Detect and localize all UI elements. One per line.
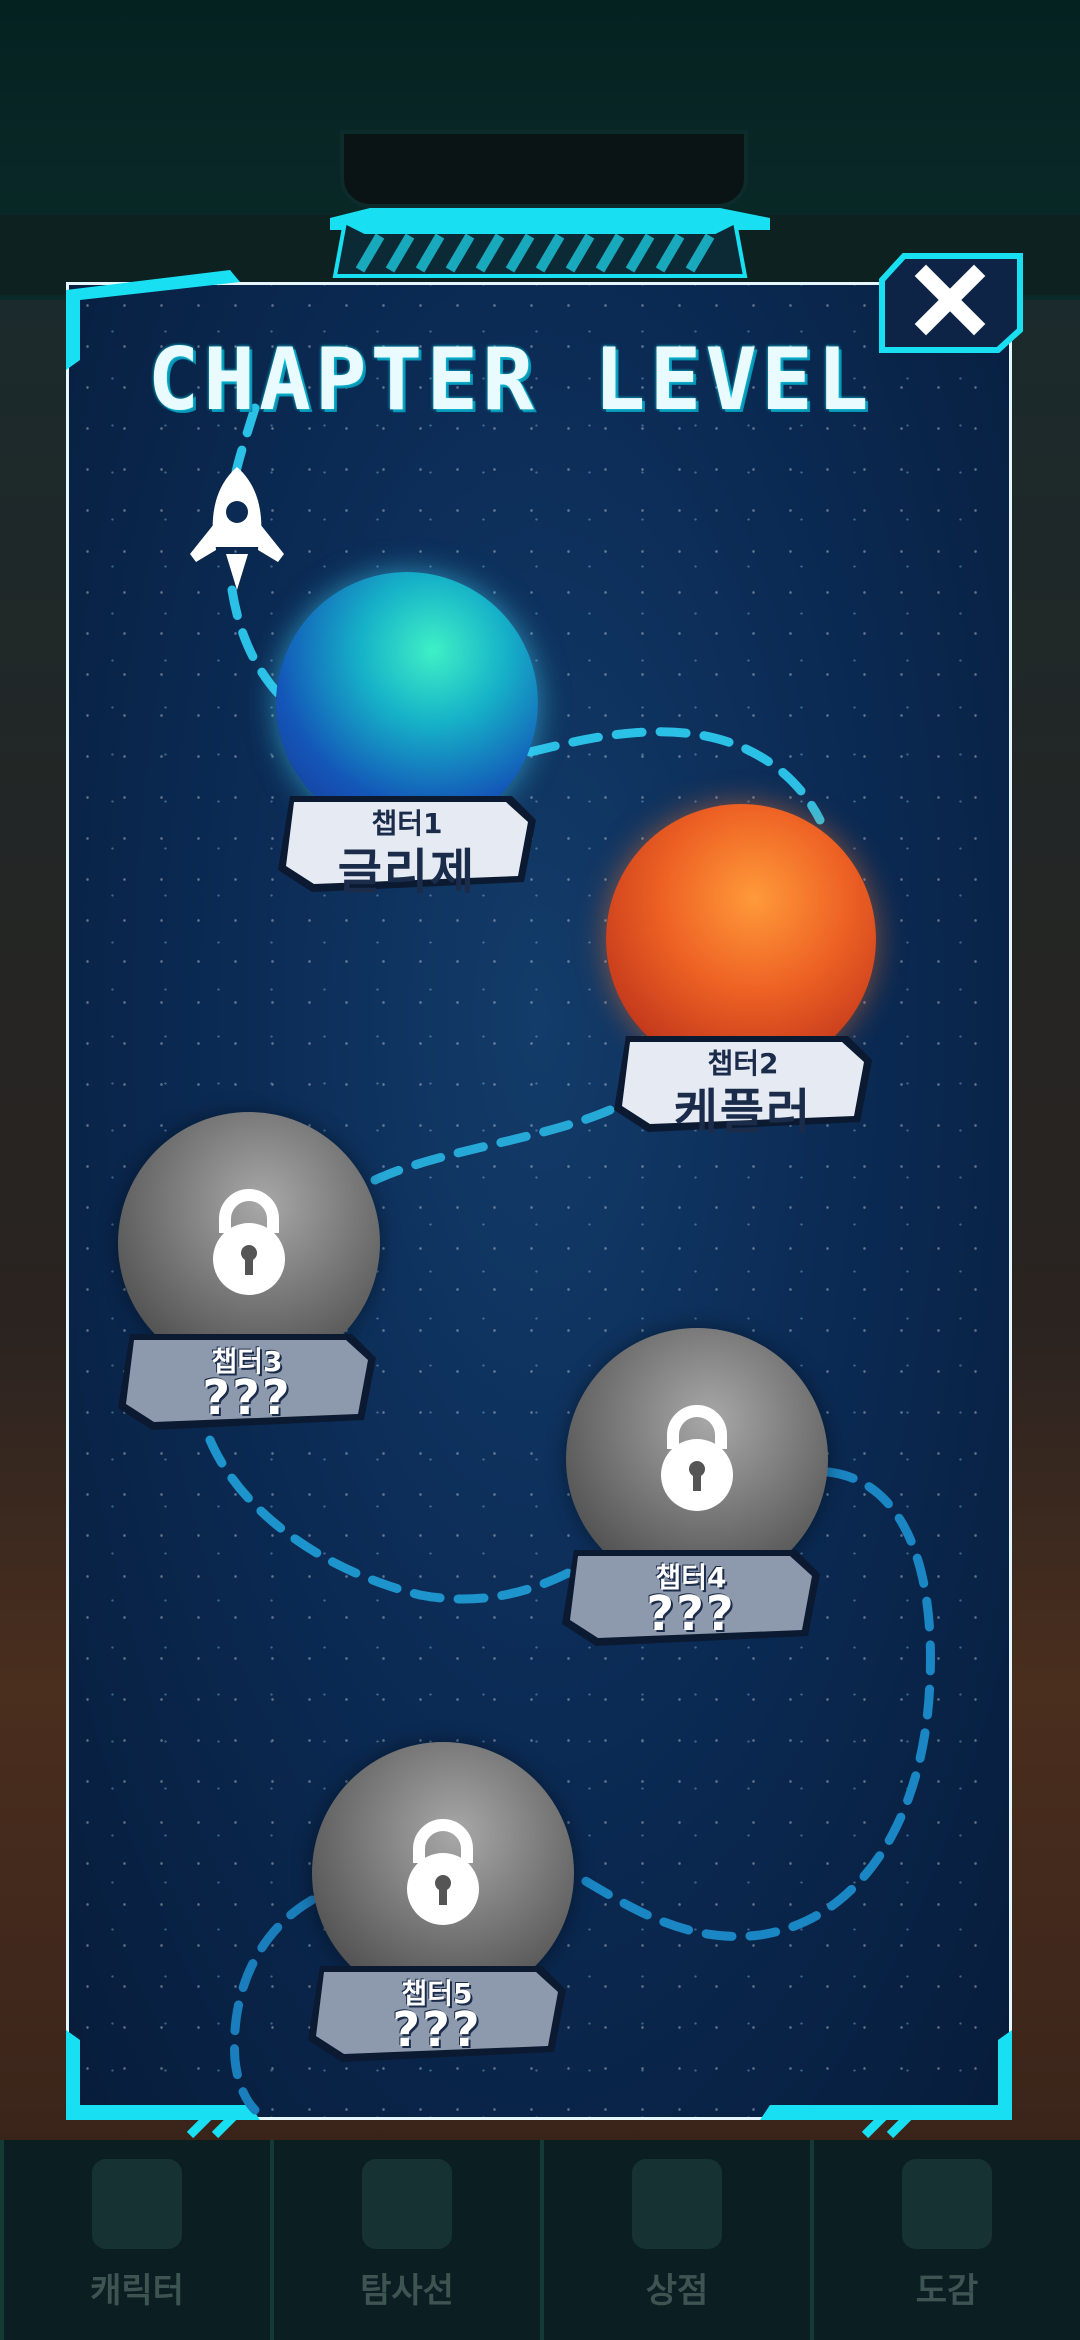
- chapter-label-2[interactable]: 챕터2 케플러: [608, 1030, 878, 1140]
- book-icon: [902, 2159, 992, 2249]
- nav-item-shop[interactable]: 상점: [540, 2140, 810, 2340]
- lock-icon: [661, 1405, 733, 1511]
- spaceship-icon: [362, 2159, 452, 2249]
- nav-label: 상점: [645, 2271, 709, 2311]
- lock-icon: [213, 1189, 285, 1295]
- chapter-label-5[interactable]: 챕터5 ???: [302, 1960, 572, 2068]
- nav-item-spaceship[interactable]: 탐사선: [270, 2140, 540, 2340]
- nav-label: 도감: [915, 2271, 979, 2311]
- character-icon: [92, 2159, 182, 2249]
- chapter-label-4[interactable]: 챕터4 ???: [556, 1544, 826, 1652]
- nav-label: 캐릭터: [90, 2271, 184, 2311]
- shop-icon: [632, 2159, 722, 2249]
- panel-title: CHAPTER LEVEL: [147, 330, 873, 430]
- lock-icon: [407, 1819, 479, 1925]
- chapter-name: ???: [202, 1370, 292, 1426]
- nav-item-character[interactable]: 캐릭터: [0, 2140, 270, 2340]
- chapter-name: 케플러: [673, 1084, 813, 1140]
- nav-item-book[interactable]: 도감: [810, 2140, 1080, 2340]
- chapter-name: ???: [646, 1586, 736, 1642]
- nav-label: 탐사선: [360, 2271, 454, 2311]
- chapter-name: ???: [392, 2002, 482, 2058]
- close-button[interactable]: [874, 250, 1026, 354]
- chapter-label-3[interactable]: 챕터3 ???: [112, 1328, 382, 1436]
- top-notch: [340, 130, 748, 208]
- rocket-icon: [182, 462, 292, 602]
- chapter-name: 글리제: [337, 844, 477, 900]
- bottom-nav: 캐릭터 탐사선 상점 도감: [0, 2140, 1080, 2340]
- close-icon: [879, 253, 1023, 353]
- chapter-label-1[interactable]: 챕터1 글리제: [272, 790, 542, 900]
